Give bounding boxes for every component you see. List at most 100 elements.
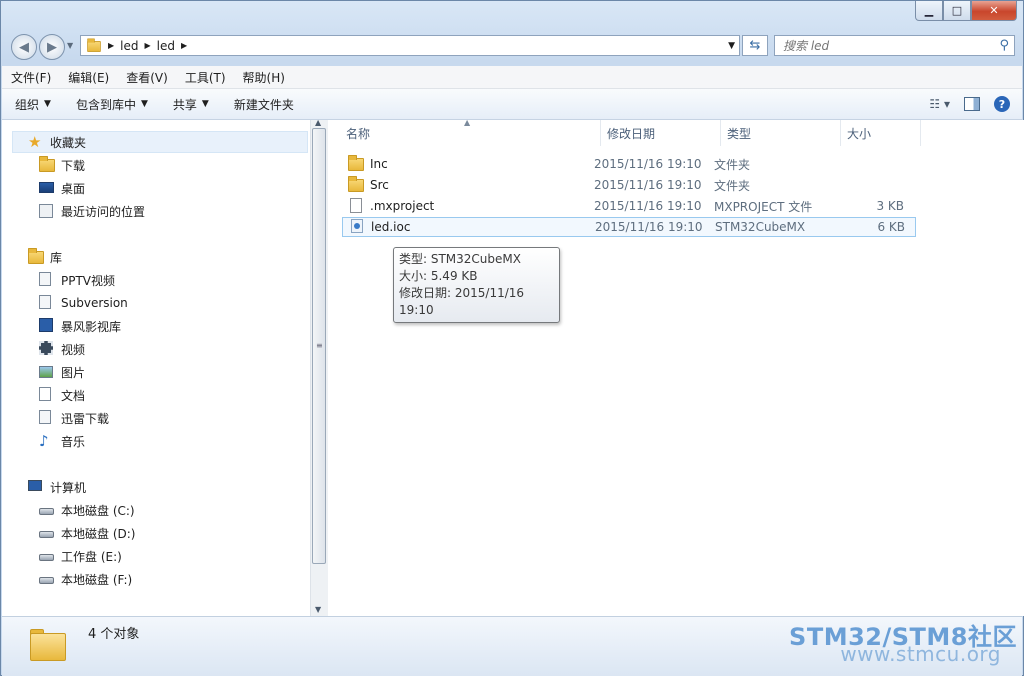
nav-drive-f[interactable]: 本地磁盘 (F:) <box>39 569 132 589</box>
file-row[interactable]: .mxproject 2015/11/16 19:10 MXPROJECT 文件… <box>342 196 916 216</box>
dropdown-arrow-icon: ▼ <box>201 99 209 109</box>
stm32cubemx-file-icon <box>349 219 365 235</box>
file-list-pane: 名称 ▲ 修改日期 类型 大小 Inc 2015/11/16 19:10 文件夹 … <box>328 118 1024 616</box>
breadcrumb-separator-icon: ▶ <box>144 41 151 50</box>
back-arrow-icon: ◀ <box>19 39 29 55</box>
nav-libraries[interactable]: 库 <box>28 247 62 267</box>
nav-drive-f-label: 本地磁盘 (F:) <box>61 572 133 587</box>
menu-help[interactable]: 帮助(H) <box>234 69 293 86</box>
forward-button[interactable]: ▶ <box>39 34 65 60</box>
file-size: 6 KB <box>877 220 905 234</box>
file-date: 2015/11/16 19:10 <box>594 157 702 171</box>
back-button[interactable]: ◀ <box>11 34 37 60</box>
nav-lib-pictures[interactable]: 图片 <box>39 362 85 382</box>
nav-drive-d[interactable]: 本地磁盘 (D:) <box>39 523 135 543</box>
column-header-name[interactable]: 名称 ▲ <box>328 118 601 146</box>
tooltip-type: 类型: STM32CubeMX <box>399 252 521 266</box>
nav-desktop-label: 桌面 <box>61 181 86 196</box>
menu-view[interactable]: 查看(V) <box>117 69 176 86</box>
nav-downloads[interactable]: 下载 <box>39 155 85 175</box>
address-bar[interactable]: ▶ led ▶ led ▶ ▼ <box>80 35 740 56</box>
help-icon[interactable]: ? <box>994 96 1010 112</box>
file-date: 2015/11/16 19:10 <box>595 220 703 234</box>
minimize-button[interactable]: ▁ <box>915 1 943 21</box>
share-button[interactable]: 共享 ▼ <box>160 96 221 113</box>
scroll-down-icon[interactable]: ▼ <box>315 605 321 614</box>
refresh-button[interactable]: ⇆ <box>742 35 768 56</box>
breadcrumb-separator-icon: ▶ <box>181 41 188 50</box>
nav-lib-videos[interactable]: 视频 <box>39 339 85 359</box>
nav-computer[interactable]: 计算机 <box>28 477 86 497</box>
menu-file[interactable]: 文件(F) <box>2 69 59 86</box>
search-input[interactable] <box>775 37 995 54</box>
command-bar: 组织 ▼ 包含到库中 ▼ 共享 ▼ 新建文件夹 ☷ ▾ ? <box>2 89 1022 120</box>
view-options-icon[interactable]: ☷ ▾ <box>929 97 950 111</box>
file-size: 3 KB <box>876 199 904 213</box>
nav-drive-c[interactable]: 本地磁盘 (C:) <box>39 500 135 520</box>
tooltip-size: 大小: 5.49 KB <box>399 269 478 283</box>
watermark-url: www.stmcu.org <box>840 642 1001 666</box>
large-folder-icon <box>30 625 68 661</box>
nav-recent-places[interactable]: 最近访问的位置 <box>39 201 145 221</box>
new-folder-button[interactable]: 新建文件夹 <box>221 96 306 113</box>
nav-lib-pptv[interactable]: PPTV视频 <box>39 270 115 290</box>
explorer-window: ▁ □ ✕ ◀ ▶ ▼ ▶ led ▶ led ▶ ▼ ⇆ ⚲ 文件(F) 编辑… <box>0 0 1024 676</box>
document-icon <box>348 198 364 214</box>
libraries-icon <box>28 248 44 265</box>
nav-lib-baofeng[interactable]: 暴风影视库 <box>39 316 121 336</box>
item-count: 4 个对象 <box>88 627 140 642</box>
menu-edit[interactable]: 编辑(E) <box>59 69 117 86</box>
nav-lib-subversion-label: Subversion <box>61 296 128 310</box>
nav-favorites-label: 收藏夹 <box>50 135 87 150</box>
nav-lib-xunlei[interactable]: 迅雷下载 <box>39 408 109 428</box>
file-row[interactable]: Src 2015/11/16 19:10 文件夹 <box>342 175 916 195</box>
recent-pages-dropdown[interactable]: ▼ <box>67 41 73 50</box>
column-header-size[interactable]: 大小 <box>841 120 921 146</box>
file-type: STM32CubeMX <box>715 220 806 234</box>
tooltip-modified: 修改日期: 2015/11/16 19:10 <box>399 286 525 317</box>
library-doc-icon <box>39 410 55 426</box>
navigation-scrollbar[interactable]: ▲ ≡ ▼ <box>310 118 328 616</box>
search-icon[interactable]: ⚲ <box>999 38 1009 53</box>
scrollbar-thumb[interactable]: ≡ <box>312 128 326 564</box>
organize-button[interactable]: 组织 ▼ <box>2 96 63 113</box>
address-history-dropdown-icon[interactable]: ▼ <box>728 41 735 51</box>
breadcrumb-led-2[interactable]: led <box>157 39 175 53</box>
search-box[interactable]: ⚲ <box>774 35 1015 56</box>
nav-desktop[interactable]: 桌面 <box>39 178 85 198</box>
scroll-up-icon[interactable]: ▲ <box>315 118 321 127</box>
breadcrumb-led-1[interactable]: led <box>120 39 138 53</box>
file-name: .mxproject <box>370 199 435 213</box>
close-button[interactable]: ✕ <box>971 1 1017 21</box>
nav-drive-e[interactable]: 工作盘 (E:) <box>39 546 122 566</box>
column-header-date[interactable]: 修改日期 <box>601 120 721 146</box>
file-name: Src <box>370 178 389 192</box>
star-icon: ★ <box>28 133 42 151</box>
file-name: led.ioc <box>371 220 411 234</box>
music-note-icon: ♪ <box>39 432 49 450</box>
include-in-library-button[interactable]: 包含到库中 ▼ <box>63 96 160 113</box>
nav-lib-documents[interactable]: 文档 <box>39 385 85 405</box>
column-header-type[interactable]: 类型 <box>721 120 841 146</box>
nav-lib-subversion[interactable]: Subversion <box>39 293 128 313</box>
sort-ascending-icon: ▲ <box>464 118 471 127</box>
nav-lib-videos-label: 视频 <box>61 342 86 357</box>
file-type: 文件夹 <box>714 178 751 193</box>
computer-icon <box>28 479 44 495</box>
maximize-button[interactable]: □ <box>943 1 971 21</box>
nav-drive-c-label: 本地磁盘 (C:) <box>61 503 135 518</box>
file-row[interactable]: Inc 2015/11/16 19:10 文件夹 <box>342 154 916 174</box>
include-label: 包含到库中 <box>75 97 136 112</box>
breadcrumb-separator-icon: ▶ <box>108 41 115 50</box>
menu-tools[interactable]: 工具(T) <box>176 69 234 86</box>
nav-lib-music[interactable]: ♪ 音乐 <box>39 431 85 451</box>
library-doc-icon <box>39 272 55 288</box>
nav-lib-pictures-label: 图片 <box>61 365 86 380</box>
video-library-icon <box>39 318 55 334</box>
nav-favorites[interactable]: ★ 收藏夹 <box>28 132 86 152</box>
window-controls: ▁ □ ✕ <box>915 1 1017 21</box>
preview-pane-icon[interactable] <box>964 97 980 111</box>
nav-downloads-label: 下载 <box>61 158 86 173</box>
file-row-selected[interactable]: led.ioc 2015/11/16 19:10 STM32CubeMX 6 K… <box>342 217 916 237</box>
system-drive-icon <box>39 502 55 518</box>
